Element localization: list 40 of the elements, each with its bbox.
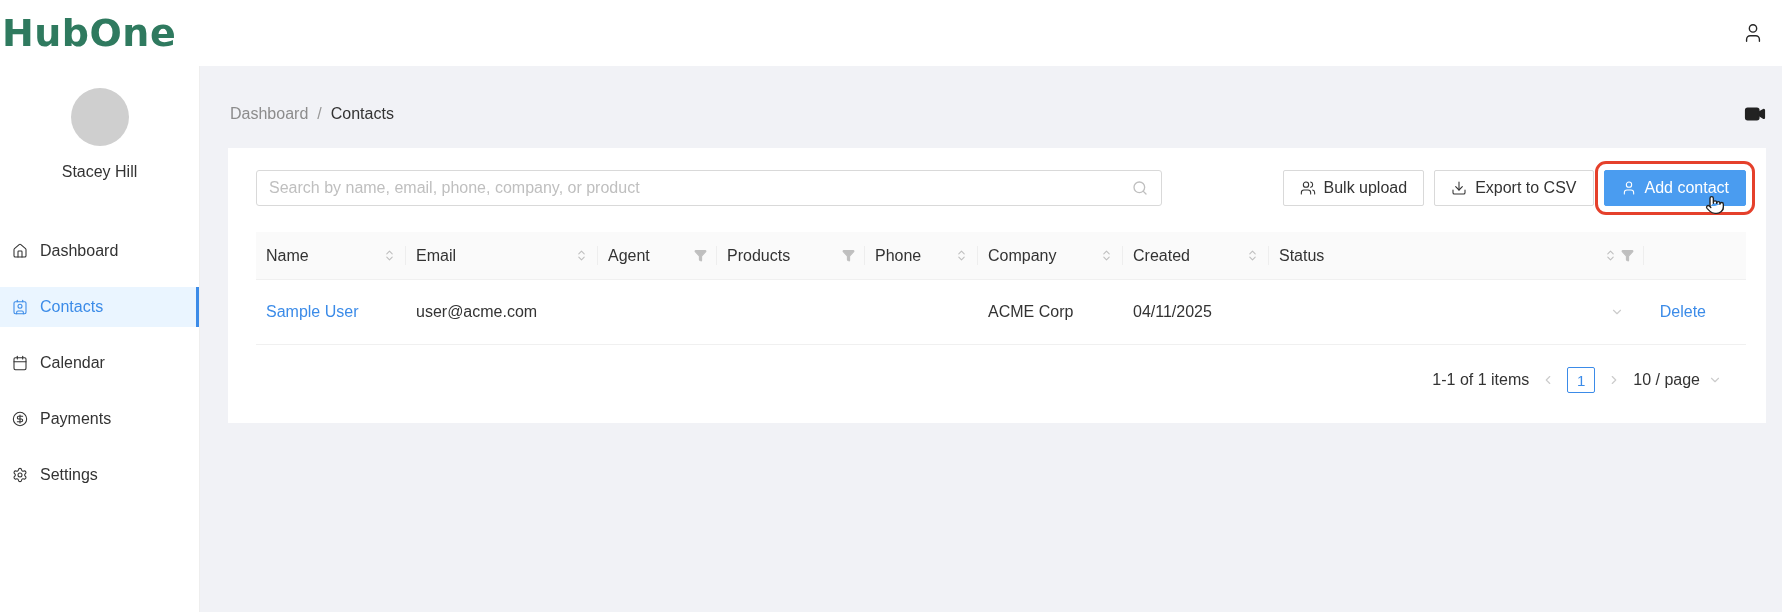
column-header: Status	[1279, 246, 1325, 265]
dollar-icon	[12, 411, 28, 427]
search-field[interactable]: Search by name, email, phone, company, or product	[256, 170, 1162, 206]
users-icon	[1299, 180, 1316, 196]
page-size-select[interactable]: 10 / page	[1633, 371, 1700, 389]
column-header: Created	[1133, 246, 1190, 265]
settings-icon	[12, 467, 28, 483]
nav-item[interactable]: Calendar	[0, 343, 199, 383]
nav-label: Dashboard	[40, 242, 119, 260]
table-cell: 04/11/2025	[1133, 303, 1212, 321]
logo: HubOne	[2, 11, 177, 55]
nav-label: Calendar	[40, 354, 105, 372]
breadcrumb-separator: /	[317, 105, 322, 123]
nav-item[interactable]: Dashboard	[0, 231, 199, 271]
contact-card-icon	[12, 299, 28, 315]
column-header: Company	[988, 246, 1057, 265]
column-header: Products	[727, 246, 791, 265]
table-cell: ACME Corp	[988, 303, 1074, 321]
nav-item[interactable]: Payments	[0, 399, 199, 439]
contact-name-link[interactable]: Sample User	[266, 303, 359, 321]
nav-item[interactable]: Settings	[0, 455, 199, 495]
nav-label: Settings	[40, 466, 98, 484]
table-cell: user@acme.com	[416, 303, 538, 321]
user-name: Stacey Hill	[61, 163, 138, 181]
column-header: Email	[416, 246, 456, 265]
home-icon	[12, 243, 28, 259]
hand-cursor-icon	[1705, 195, 1725, 215]
action-button[interactable]: Bulk upload	[1282, 170, 1425, 206]
pagination-summary: 1-1 of 1 items	[1432, 371, 1530, 389]
column-header: Phone	[875, 246, 922, 265]
breadcrumb-item: Contacts	[330, 105, 394, 123]
nav-label: Payments	[40, 410, 112, 428]
download-icon	[1451, 180, 1468, 196]
calendar-icon	[12, 355, 28, 371]
column-header: Agent	[608, 246, 650, 265]
delete-link[interactable]: Delete	[1659, 303, 1706, 321]
nav-label: Contacts	[40, 298, 104, 316]
action-button[interactable]: Export to CSV	[1434, 170, 1594, 206]
column-header: Name	[266, 246, 309, 265]
search-icon	[1132, 180, 1148, 196]
